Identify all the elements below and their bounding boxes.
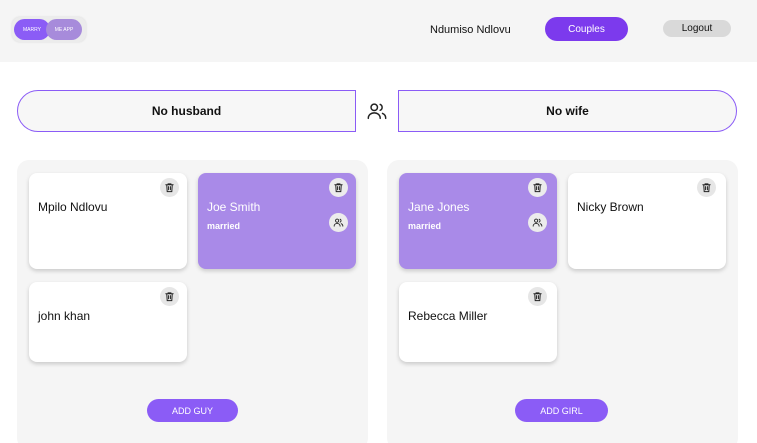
users-icon bbox=[333, 218, 344, 227]
guy-name: Joe Smith bbox=[207, 200, 261, 214]
delete-button[interactable] bbox=[329, 178, 348, 197]
top-bar: MARRY ME APP Ndumiso Ndlovu Couples Logo… bbox=[0, 0, 757, 62]
delete-button[interactable] bbox=[528, 178, 547, 197]
add-guy-button[interactable]: ADD GUY bbox=[147, 399, 238, 422]
girls-panel: Jane Jones married Nicky Brown Rebecca M… bbox=[387, 160, 738, 443]
couples-button[interactable]: Couples bbox=[545, 17, 628, 41]
logout-button[interactable]: Logout bbox=[663, 20, 731, 37]
logo-right-text: ME APP bbox=[46, 19, 82, 40]
add-girl-button[interactable]: ADD GIRL bbox=[515, 399, 608, 422]
guy-name: Mpilo Ndlovu bbox=[38, 200, 108, 214]
delete-button[interactable] bbox=[528, 287, 547, 306]
users-icon bbox=[532, 218, 543, 227]
delete-button[interactable] bbox=[160, 178, 179, 197]
guy-card[interactable]: john khan bbox=[29, 282, 187, 362]
girl-name: Rebecca Miller bbox=[408, 309, 488, 323]
trash-icon bbox=[165, 183, 174, 193]
girl-name: Nicky Brown bbox=[577, 200, 644, 214]
trash-icon bbox=[334, 183, 343, 193]
wife-slot[interactable]: No wife bbox=[398, 90, 737, 132]
guy-card[interactable]: Joe Smith married bbox=[198, 173, 356, 269]
trash-icon bbox=[702, 183, 711, 193]
girl-card[interactable]: Nicky Brown bbox=[568, 173, 726, 269]
unpair-button[interactable] bbox=[528, 213, 547, 232]
husband-slot[interactable]: No husband bbox=[17, 90, 356, 132]
current-user-name: Ndumiso Ndlovu bbox=[430, 24, 511, 36]
guy-name: john khan bbox=[38, 309, 91, 323]
guy-card[interactable]: Mpilo Ndlovu bbox=[29, 173, 187, 269]
logo-left-text: MARRY bbox=[14, 19, 50, 40]
girl-card[interactable]: Jane Jones married bbox=[399, 173, 557, 269]
girl-card[interactable]: Rebecca Miller bbox=[399, 282, 557, 362]
married-badge: married bbox=[207, 221, 241, 231]
girl-name: Jane Jones bbox=[408, 200, 470, 214]
trash-icon bbox=[533, 292, 542, 302]
guys-panel: Mpilo Ndlovu Joe Smith married john khan… bbox=[17, 160, 368, 443]
unpair-button[interactable] bbox=[329, 213, 348, 232]
delete-button[interactable] bbox=[697, 178, 716, 197]
users-icon[interactable] bbox=[366, 100, 388, 122]
app-logo[interactable]: MARRY ME APP bbox=[12, 17, 86, 42]
trash-icon bbox=[165, 292, 174, 302]
married-badge: married bbox=[408, 221, 442, 231]
trash-icon bbox=[533, 183, 542, 193]
delete-button[interactable] bbox=[160, 287, 179, 306]
